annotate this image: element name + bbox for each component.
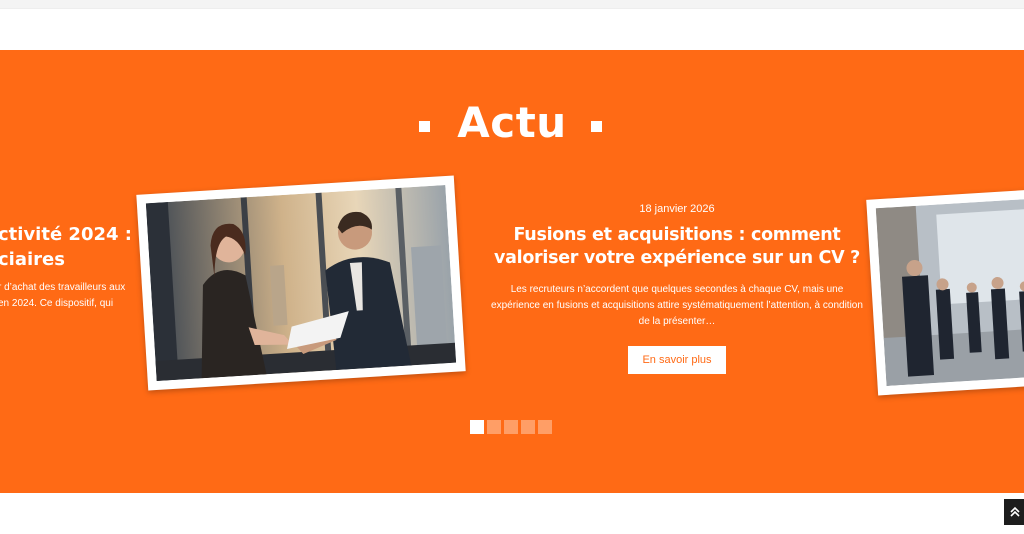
- article-excerpt: Les recruteurs n’accordent que quelques …: [491, 284, 863, 327]
- section-title: Actu: [457, 98, 567, 147]
- article-title[interactable]: Fusions et acquisitions : comment valori…: [478, 224, 876, 270]
- read-more-button[interactable]: En savoir plus: [628, 346, 726, 374]
- article-date: 18 janvier 2026: [639, 203, 715, 215]
- business-handshake-photo: [145, 185, 457, 381]
- scroll-to-top-button[interactable]: [1004, 499, 1024, 525]
- double-chevron-up-icon: [1010, 506, 1020, 517]
- prev-article[interactable]: ctivité 2024 : ciaires r d’achat des tra…: [0, 222, 148, 312]
- title-square-right: [591, 121, 602, 132]
- prev-article-excerpt: r d’achat des travailleurs aux en 2024. …: [0, 282, 126, 309]
- top-bar: [0, 0, 1024, 9]
- prev-article-title: ctivité 2024 : ciaires: [0, 224, 132, 270]
- carousel-dot-4[interactable]: [521, 420, 535, 434]
- article-card: 18 janvier 2026 Fusions et acquisitions …: [478, 200, 876, 374]
- news-section: Actu ctivité 2024 : ciaires r d’achat de…: [0, 50, 1024, 493]
- carousel-pagination: [470, 420, 552, 434]
- article-image[interactable]: [136, 175, 466, 391]
- carousel-dot-3[interactable]: [504, 420, 518, 434]
- next-article-image[interactable]: [866, 186, 1024, 396]
- carousel-dot-2[interactable]: [487, 420, 501, 434]
- carousel-dot-1[interactable]: [470, 420, 484, 434]
- office-people-walking-photo: [875, 196, 1024, 386]
- carousel-dot-5[interactable]: [538, 420, 552, 434]
